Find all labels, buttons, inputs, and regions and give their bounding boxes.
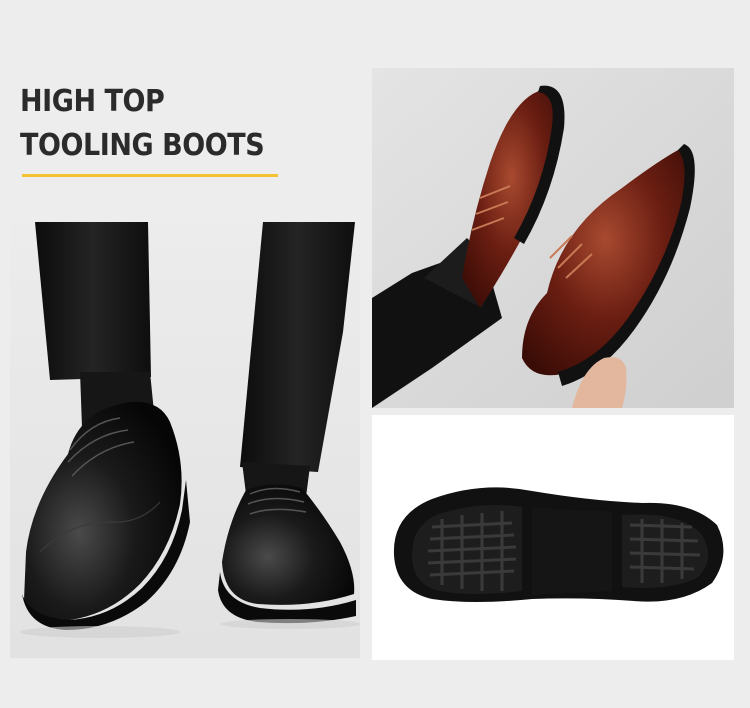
- heading-line-2: TOOLING BOOTS: [20, 128, 265, 163]
- left-trouser-leg: [35, 222, 151, 380]
- brown-shoes-illustration: [372, 68, 734, 408]
- brown-shoes-held-photo: [372, 68, 734, 408]
- black-shoes-illustration: [10, 222, 360, 658]
- sole-illustration: [372, 415, 734, 660]
- sole-bottom-photo: [372, 415, 734, 660]
- heading-underline: [22, 174, 278, 177]
- black-shoes-on-feet-photo: [10, 222, 360, 658]
- heading-line-1: HIGH TOP: [20, 84, 165, 119]
- heading: HIGH TOP TOOLING BOOTS: [20, 80, 291, 168]
